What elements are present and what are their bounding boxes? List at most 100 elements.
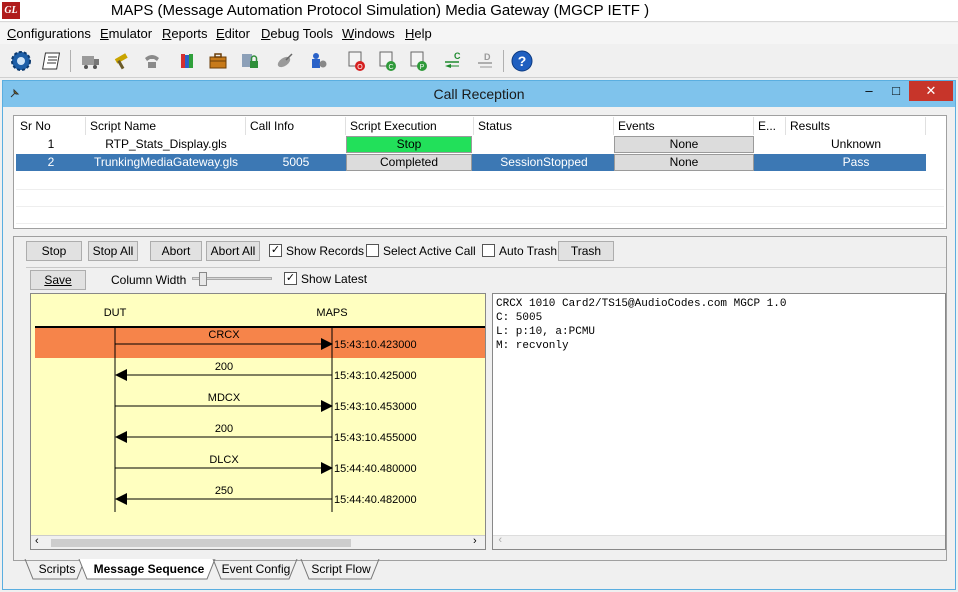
- message-arrow[interactable]: MDCX 15:43:10.453000: [115, 392, 417, 413]
- message-time: 15:43:10.423000: [334, 339, 417, 351]
- books-icon[interactable]: [174, 49, 200, 73]
- tab-message-sequence[interactable]: Message Sequence: [87, 559, 211, 579]
- menu-help[interactable]: Help: [405, 26, 432, 41]
- message-time: 15:44:40.482000: [334, 494, 417, 506]
- cell-status: SessionStopped: [500, 155, 588, 169]
- cell-call-info: 5005: [282, 155, 310, 169]
- cell-results: Unknown: [830, 137, 882, 151]
- slider-thumb[interactable]: [199, 272, 207, 286]
- phone-icon[interactable]: [139, 49, 165, 73]
- auto-trash-checkbox[interactable]: [482, 244, 495, 257]
- record-p-icon[interactable]: P: [405, 49, 431, 73]
- col-header-results[interactable]: Results: [786, 117, 926, 135]
- message-arrow[interactable]: DLCX 15:44:40.480000: [115, 454, 417, 475]
- record-c-icon[interactable]: C: [374, 49, 400, 73]
- detail-scrollbar[interactable]: ‹: [493, 535, 945, 549]
- column-width-slider[interactable]: [192, 272, 272, 286]
- bottom-tabs: Scripts Message Sequence Event Config Sc…: [21, 559, 941, 581]
- lock-icon[interactable]: [237, 49, 263, 73]
- trash-button[interactable]: Trash: [558, 241, 614, 261]
- message-arrow[interactable]: 200 15:43:10.455000: [115, 423, 417, 444]
- events-button[interactable]: None: [614, 154, 754, 171]
- disabled-chart-icon[interactable]: D: [472, 49, 498, 73]
- message-time: 15:43:10.455000: [334, 432, 417, 444]
- truck-icon[interactable]: [77, 49, 103, 73]
- cell-sr-no: 1: [47, 137, 55, 151]
- gear-icon[interactable]: [8, 49, 34, 73]
- title-bar-controls[interactable]: [908, 0, 958, 20]
- select-active-call-label: Select Active Call: [383, 244, 476, 258]
- message-line: CRCX 1010 Card2/TS15@AudioCodes.com MGCP…: [496, 298, 787, 310]
- toolbar-separator: [70, 50, 71, 72]
- help-icon[interactable]: ?: [509, 49, 535, 73]
- svg-text:P: P: [420, 64, 425, 71]
- call-reception-window: Call Reception – □ ✕ Sr No Script Name C…: [2, 80, 956, 590]
- menu-configurations[interactable]: Configurations: [7, 26, 91, 41]
- message-detail-pane[interactable]: CRCX 1010 Card2/TS15@AudioCodes.com MGCP…: [492, 293, 946, 550]
- message-line: L: p:10, a:PCMU: [496, 326, 596, 338]
- scroll-right-icon[interactable]: ›: [473, 535, 477, 547]
- table-row[interactable]: 2 TrunkingMediaGateway.gls 5005 Complete…: [16, 154, 926, 171]
- cell-script-name: RTP_Stats_Display.gls: [105, 137, 227, 151]
- completed-button[interactable]: Completed: [346, 154, 472, 171]
- menu-windows[interactable]: Windows: [342, 26, 395, 41]
- ladder-svg: DUT MAPS CRCX 15:43:10.423000 200 15:43:…: [35, 307, 486, 512]
- settings-man-icon[interactable]: [305, 49, 331, 73]
- tab-scripts[interactable]: Scripts: [33, 559, 81, 579]
- menu-emulator[interactable]: Emulator: [100, 26, 152, 41]
- stop-button[interactable]: Stop: [26, 241, 82, 261]
- col-header-events[interactable]: Events: [614, 117, 754, 135]
- menu-reports[interactable]: Reports: [162, 26, 208, 41]
- scroll-left-icon[interactable]: ‹: [497, 535, 504, 547]
- col-header-sr-no[interactable]: Sr No: [16, 117, 86, 135]
- ladder-diagram[interactable]: DUT MAPS CRCX 15:43:10.423000 200 15:43:…: [30, 293, 486, 550]
- menu-debug-tools[interactable]: Debug Tools: [261, 26, 333, 41]
- cell-results: Pass: [842, 155, 870, 169]
- message-arrow[interactable]: 250 15:44:40.482000: [115, 485, 417, 506]
- ladder-left-entity: DUT: [104, 307, 127, 319]
- highlighted-row[interactable]: [35, 328, 486, 358]
- toolbar-separator: [503, 50, 504, 72]
- abort-button[interactable]: Abort: [150, 241, 202, 261]
- minimize-button[interactable]: –: [859, 81, 879, 101]
- maximize-button[interactable]: □: [886, 81, 906, 101]
- record-o-icon[interactable]: O: [343, 49, 369, 73]
- message-line: M: recvonly: [496, 340, 569, 352]
- message-arrow[interactable]: 200 15:43:10.425000: [115, 361, 417, 382]
- message-sequence-panel: Stop Stop All Abort Abort All ✓ Show Rec…: [13, 236, 947, 561]
- stop-script-button[interactable]: Stop: [346, 136, 472, 153]
- svg-text:C: C: [388, 64, 393, 71]
- abort-all-button[interactable]: Abort All: [206, 241, 260, 261]
- grid-line: [16, 189, 944, 190]
- cell-call-info: [246, 136, 346, 153]
- select-active-call-checkbox[interactable]: [366, 244, 379, 257]
- col-header-script-execution[interactable]: Script Execution: [346, 117, 474, 135]
- menu-editor[interactable]: Editor: [216, 26, 250, 41]
- tab-script-flow[interactable]: Script Flow: [307, 559, 375, 579]
- horizontal-scrollbar[interactable]: ‹ ›: [31, 535, 485, 549]
- events-button[interactable]: None: [614, 136, 754, 153]
- script-icon[interactable]: [40, 49, 66, 73]
- svg-text:C: C: [454, 51, 461, 61]
- message-time: 15:44:40.480000: [334, 463, 417, 475]
- table-row[interactable]: 1 RTP_Stats_Display.gls Stop None Unknow…: [16, 136, 926, 153]
- call-chart-icon[interactable]: C: [439, 49, 465, 73]
- satellite-icon[interactable]: [272, 49, 298, 73]
- col-header-status[interactable]: Status: [474, 117, 614, 135]
- cell-e: [754, 154, 786, 171]
- save-button[interactable]: Save: [30, 270, 86, 290]
- close-button[interactable]: ✕: [909, 81, 953, 101]
- stop-all-button[interactable]: Stop All: [88, 241, 138, 261]
- briefcase-icon[interactable]: [205, 49, 231, 73]
- tab-event-config[interactable]: Event Config: [219, 559, 293, 579]
- scroll-left-icon[interactable]: ‹: [35, 535, 39, 547]
- scrollbar-thumb[interactable]: [51, 539, 351, 547]
- svg-text:?: ?: [518, 53, 527, 69]
- show-latest-checkbox[interactable]: ✓: [284, 272, 297, 285]
- col-header-call-info[interactable]: Call Info: [246, 117, 346, 135]
- show-records-checkbox[interactable]: ✓: [269, 244, 282, 257]
- col-header-script-name[interactable]: Script Name: [86, 117, 246, 135]
- hammer-icon[interactable]: [108, 49, 134, 73]
- message-label: 250: [215, 485, 233, 497]
- col-header-e[interactable]: E...: [754, 117, 786, 135]
